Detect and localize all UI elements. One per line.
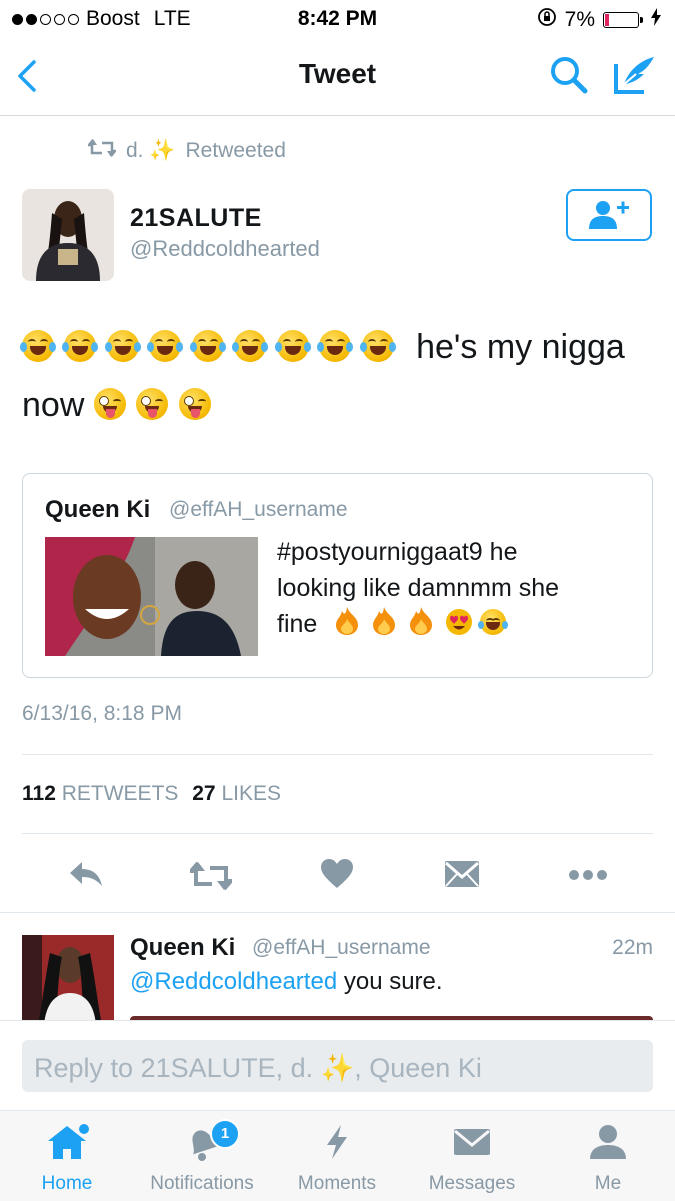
reply-author-name[interactable]: Queen Ki bbox=[130, 934, 235, 962]
joy-emoji-icon bbox=[478, 609, 509, 635]
crying-laughing-emoji-group bbox=[20, 328, 404, 366]
notifications-badge: 1 bbox=[210, 1119, 240, 1149]
fire-emoji-icon bbox=[408, 607, 434, 645]
retweets-stat[interactable]: 112 RETWEETS bbox=[22, 782, 178, 805]
envelope-icon bbox=[454, 1129, 490, 1155]
retweet-count: 112 bbox=[22, 782, 56, 805]
joy-emoji-icon bbox=[359, 330, 396, 362]
direct-message-button[interactable] bbox=[444, 860, 480, 893]
quoted-author-handle: @effAH_username bbox=[169, 498, 348, 521]
more-icon bbox=[569, 870, 607, 880]
reply-input[interactable]: Reply to 21SALUTE, d. ✨, Queen Ki bbox=[22, 1040, 653, 1092]
status-bar: Boost LTE 8:42 PM 7% bbox=[0, 0, 675, 40]
rotation-lock-icon bbox=[537, 7, 557, 33]
joy-emoji-icon bbox=[232, 330, 269, 362]
quoted-tweet-image[interactable] bbox=[45, 537, 258, 656]
search-button[interactable] bbox=[548, 54, 590, 101]
divider bbox=[22, 754, 653, 755]
person-icon bbox=[590, 1125, 626, 1159]
reply-author-avatar[interactable] bbox=[22, 935, 114, 1025]
likes-stat[interactable]: 27 LIKES bbox=[192, 782, 281, 805]
charging-icon bbox=[651, 8, 661, 32]
like-button[interactable] bbox=[320, 858, 354, 895]
envelope-icon bbox=[445, 861, 479, 887]
tab-moments-label: Moments bbox=[297, 1173, 377, 1194]
tab-bar: Home Notifications 1 Moments Messages Me bbox=[0, 1110, 675, 1201]
winking-tongue-emoji-icon bbox=[93, 388, 126, 420]
lightning-icon bbox=[327, 1125, 347, 1159]
tab-notifications[interactable]: Notifications 1 bbox=[136, 1119, 268, 1195]
joy-emoji-icon bbox=[104, 330, 141, 362]
tab-me-label: Me bbox=[594, 1173, 622, 1194]
tweet-stats: 112 RETWEETS 27 LIKES bbox=[22, 782, 281, 806]
tab-home-label: Home bbox=[41, 1173, 93, 1194]
retweet-button[interactable] bbox=[186, 861, 236, 895]
divider bbox=[22, 833, 653, 834]
search-icon bbox=[551, 57, 588, 94]
joy-emoji-icon bbox=[274, 330, 311, 362]
tweet-text-part1: he's my nigga bbox=[416, 328, 625, 366]
tab-messages-label: Messages bbox=[428, 1173, 516, 1194]
home-icon bbox=[48, 1124, 89, 1159]
likes-label: LIKES bbox=[221, 782, 281, 805]
like-count: 27 bbox=[192, 782, 216, 805]
author-name[interactable]: 21SALUTE bbox=[130, 204, 262, 233]
reply-text: @Reddcoldhearted you sure. bbox=[130, 968, 443, 996]
quoted-tweet-text: #postyourniggaat9 he looking like damnmm… bbox=[277, 534, 637, 646]
reply-button[interactable] bbox=[68, 860, 104, 893]
reply-mention-link[interactable]: @Reddcoldhearted bbox=[130, 968, 337, 995]
retweeted-label: Retweeted bbox=[185, 139, 286, 162]
joy-emoji-icon bbox=[317, 330, 354, 362]
more-button[interactable] bbox=[568, 868, 608, 886]
retweet-context[interactable]: d. ✨ Retweeted bbox=[86, 138, 286, 164]
winking-tongue-emoji-icon bbox=[178, 388, 211, 420]
quoted-text-line3: fine bbox=[277, 610, 318, 638]
compose-icon bbox=[614, 57, 654, 94]
quoted-author-name: Queen Ki bbox=[45, 496, 151, 523]
joy-emoji-icon bbox=[147, 330, 184, 362]
quoted-tweet-card[interactable]: Queen Ki @effAH_username #postyourniggaa… bbox=[22, 473, 653, 678]
winking-tongue-emoji-icon bbox=[136, 388, 169, 420]
retweeter-name: d. ✨ bbox=[126, 139, 176, 162]
heart-eyes-emoji-icon bbox=[445, 608, 473, 646]
quoted-text-line1: #postyourniggaat9 he bbox=[277, 538, 518, 566]
battery-icon bbox=[603, 12, 643, 28]
author-avatar[interactable] bbox=[22, 189, 114, 281]
quoted-text-line2: looking like damnmm she bbox=[277, 574, 560, 602]
joy-emoji-icon bbox=[189, 330, 226, 362]
reply-author-handle[interactable]: @effAH_username bbox=[252, 936, 431, 960]
battery-percent: 7% bbox=[564, 8, 595, 31]
joy-emoji-icon bbox=[62, 330, 99, 362]
author-handle[interactable]: @Reddcoldhearted bbox=[130, 236, 320, 262]
reply-icon bbox=[70, 862, 102, 886]
follow-button[interactable] bbox=[566, 189, 652, 241]
nav-bar: Tweet bbox=[0, 40, 675, 116]
retweet-icon bbox=[186, 861, 236, 891]
tweet-text-part2: now bbox=[22, 386, 85, 424]
tab-messages[interactable]: Messages bbox=[420, 1123, 524, 1195]
divider bbox=[0, 912, 675, 913]
fire-emoji-icon bbox=[371, 607, 397, 645]
fire-emoji-icon bbox=[334, 607, 360, 645]
tweet-timestamp: 6/13/16, 8:18 PM bbox=[22, 702, 182, 725]
tweet-text: he's my nigga now bbox=[20, 318, 652, 434]
tab-moments[interactable]: Moments bbox=[290, 1123, 384, 1195]
retweets-label: RETWEETS bbox=[61, 782, 179, 805]
tab-notifications-label: Notifications bbox=[150, 1173, 254, 1194]
heart-icon bbox=[321, 859, 353, 888]
reply-body: you sure. bbox=[337, 968, 443, 995]
reply-time: 22m bbox=[612, 936, 653, 959]
tab-home[interactable]: Home bbox=[22, 1123, 112, 1195]
status-right: 7% bbox=[537, 7, 661, 33]
joy-emoji-icon bbox=[20, 330, 56, 362]
compose-button[interactable] bbox=[612, 54, 658, 101]
tweet-actions bbox=[0, 850, 675, 900]
retweet-icon bbox=[86, 138, 118, 164]
tab-me[interactable]: Me bbox=[568, 1123, 648, 1195]
add-user-icon bbox=[589, 201, 629, 229]
